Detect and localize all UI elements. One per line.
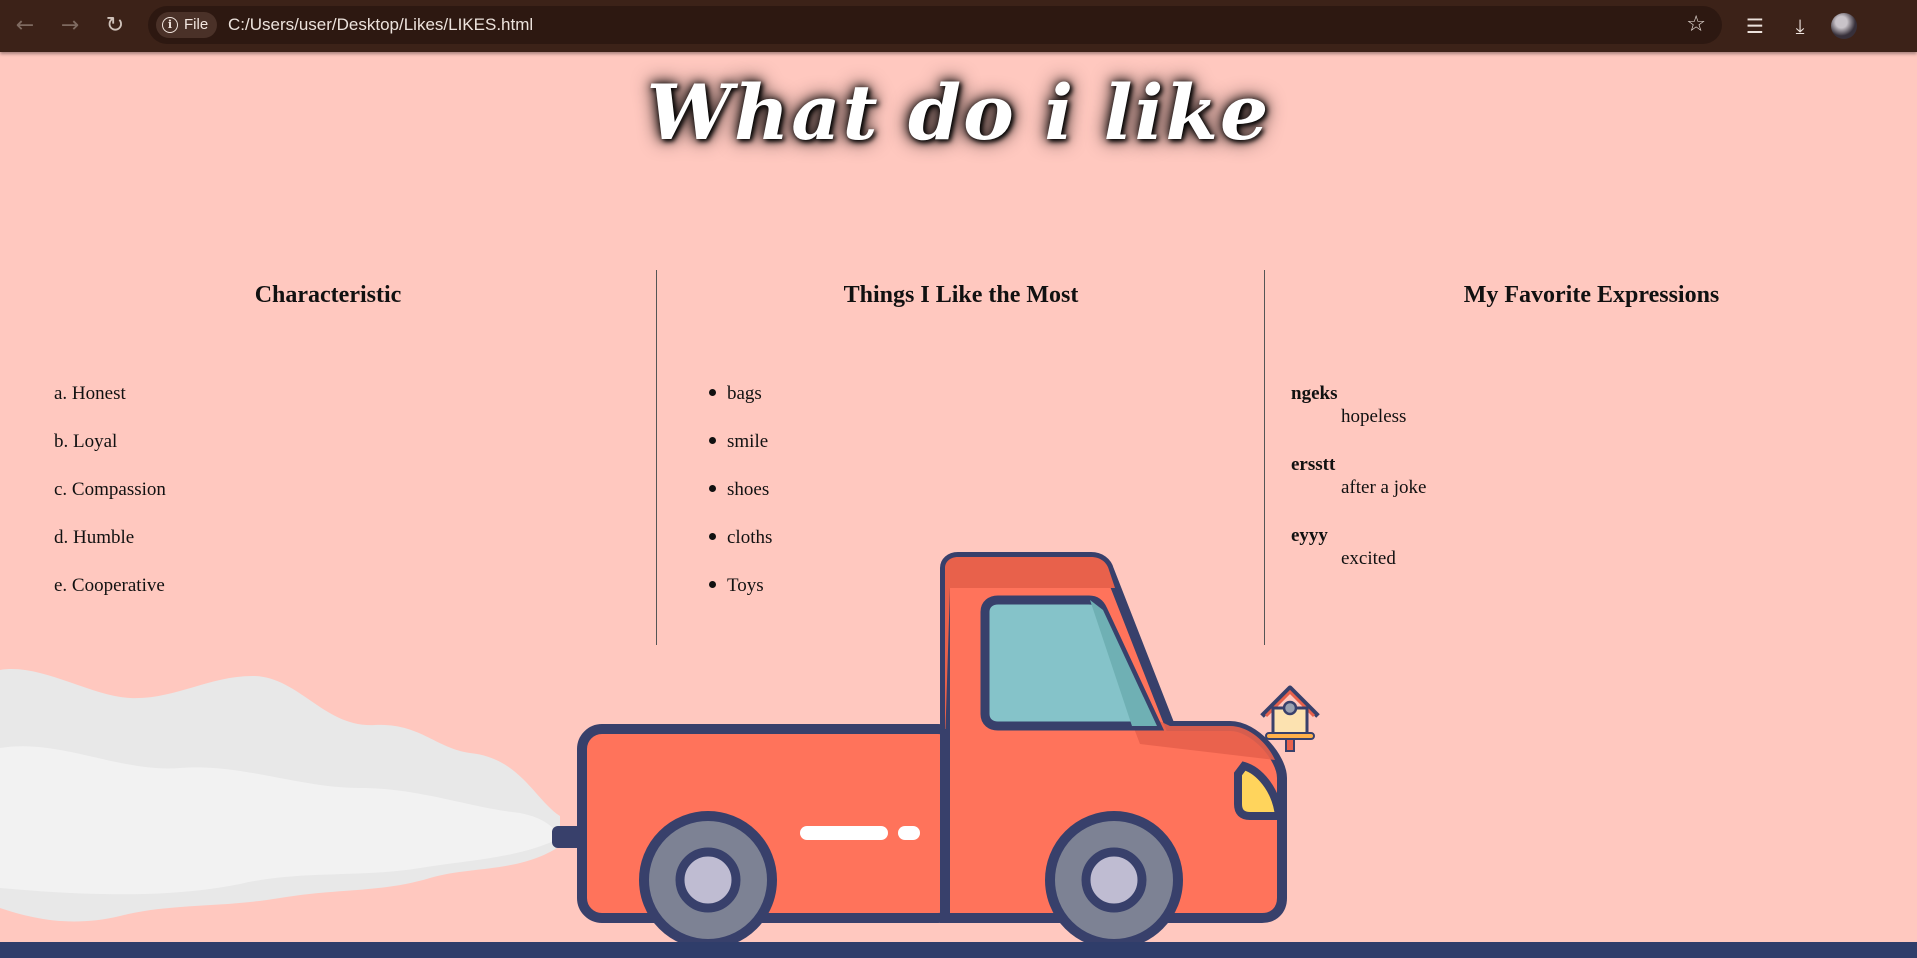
- list-item: bags: [709, 382, 772, 430]
- column-heading: Characteristic: [254, 282, 402, 308]
- back-arrow-icon[interactable]: ←: [12, 13, 38, 39]
- browser-toolbar: ← → ↻ i File C:/Users/user/Desktop/Likes…: [0, 0, 1917, 52]
- expression-term: ersstt: [1291, 454, 1336, 475]
- info-icon: i: [162, 17, 178, 33]
- address-bar[interactable]: i File C:/Users/user/Desktop/Likes/LIKES…: [148, 6, 1722, 44]
- site-info-label: File: [184, 16, 209, 33]
- page-title: What do i like: [646, 68, 1271, 157]
- expression-definition: hopeless: [1341, 406, 1407, 427]
- ground-strip: [0, 942, 1917, 958]
- column-heading: Things I Like the Most: [843, 282, 1079, 308]
- reload-icon[interactable]: ↻: [102, 13, 128, 39]
- avatar[interactable]: [1831, 13, 1857, 39]
- download-icon[interactable]: ⤓: [1786, 12, 1814, 40]
- column-heading: My Favorite Expressions: [1463, 282, 1720, 308]
- list-item: b. Loyal: [54, 431, 118, 452]
- truck-scene: [0, 552, 1320, 949]
- expression-definition: after a joke: [1341, 477, 1427, 498]
- list-item: c. Compassion: [54, 479, 166, 500]
- reading-list-icon[interactable]: ☰: [1741, 12, 1769, 40]
- site-info-chip[interactable]: i File: [156, 12, 218, 38]
- list-item: a. Honest: [54, 383, 126, 404]
- expression-term: eyyy: [1291, 525, 1328, 546]
- smoke-illustration: [0, 669, 560, 922]
- expression-term: ngeks: [1291, 383, 1338, 404]
- birdhouse-icon: [1260, 685, 1320, 752]
- list-item: shoes: [709, 478, 772, 526]
- truck-illustration: [552, 552, 1287, 949]
- url-text[interactable]: C:/Users/user/Desktop/Likes/LIKES.html: [228, 6, 533, 44]
- forward-arrow-icon[interactable]: →: [57, 13, 83, 39]
- star-icon[interactable]: ☆: [1686, 6, 1706, 44]
- list-item: smile: [709, 430, 772, 478]
